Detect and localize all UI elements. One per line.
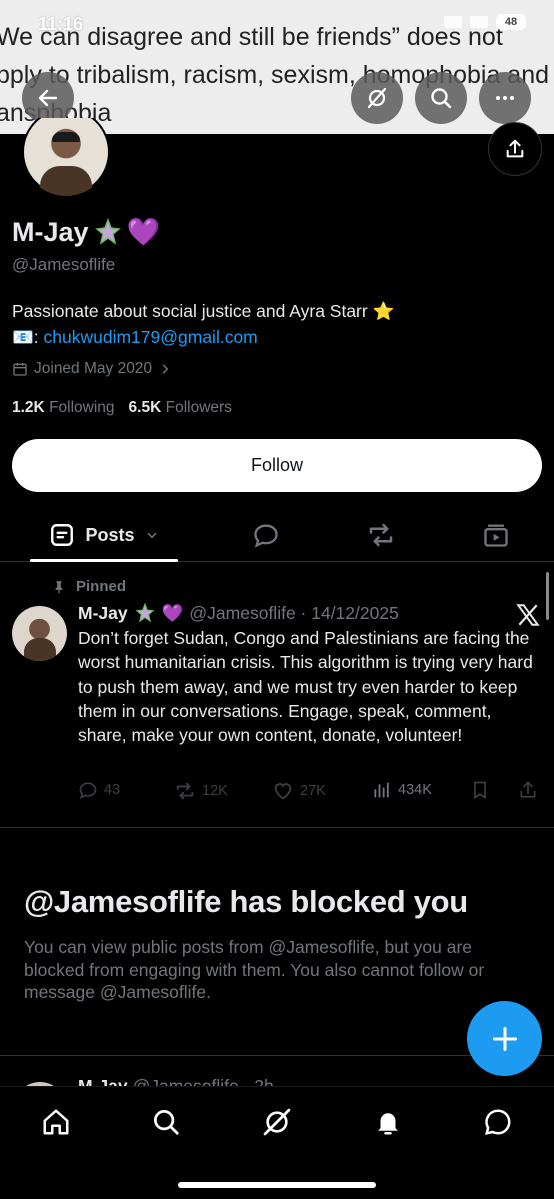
grok-icon bbox=[263, 1108, 291, 1136]
more-button[interactable] bbox=[479, 72, 531, 124]
purple-heart-emoji: 💜 bbox=[161, 602, 184, 623]
post-text: Don’t forget Sudan, Congo and Palestinia… bbox=[78, 628, 533, 746]
share-profile-button[interactable] bbox=[488, 122, 542, 176]
tab-media[interactable] bbox=[472, 508, 520, 562]
reply-count: 43 bbox=[104, 782, 121, 798]
profile-handle: @Jamesoflife bbox=[12, 255, 116, 274]
like-button[interactable]: 27K bbox=[272, 780, 326, 802]
share-post-button[interactable] bbox=[518, 780, 538, 800]
post-actions: 43 12K 27K 434K bbox=[78, 780, 542, 804]
blocked-title: @Jamesoflife has blocked you bbox=[24, 884, 468, 919]
nav-messages[interactable] bbox=[478, 1105, 518, 1139]
back-arrow-icon bbox=[38, 89, 58, 107]
search-button[interactable] bbox=[415, 72, 467, 124]
bio-line: Passionate about social justice and Ayra… bbox=[12, 301, 395, 321]
plus-icon bbox=[492, 1026, 517, 1051]
like-count: 27K bbox=[300, 783, 326, 799]
bio-email-prefix: 📧: bbox=[12, 327, 44, 347]
followers-link[interactable]: 6.5K Followers bbox=[129, 399, 232, 417]
tab-reposts[interactable] bbox=[357, 508, 405, 562]
posts-tab-icon bbox=[51, 524, 74, 546]
battery-indicator: 48 bbox=[496, 14, 526, 30]
profile-name-text: M-Jay bbox=[12, 216, 89, 247]
bookmark-button[interactable] bbox=[470, 780, 490, 800]
profile-tabs: Posts bbox=[0, 508, 554, 562]
status-time: 11:16 bbox=[38, 14, 84, 34]
chevron-down-icon bbox=[146, 532, 157, 539]
joined-date[interactable]: Joined May 2020 bbox=[12, 360, 172, 378]
nav-notifications[interactable] bbox=[368, 1105, 408, 1139]
pinned-label: Pinned bbox=[76, 578, 127, 595]
repost-button[interactable]: 12K bbox=[174, 780, 228, 802]
post-handle-date: @Jamesoflife · 14/12/2025 bbox=[189, 602, 399, 623]
tab-posts[interactable]: Posts bbox=[30, 508, 178, 562]
reply-icon bbox=[79, 782, 97, 800]
repost-icon bbox=[176, 782, 194, 800]
post-avatar[interactable] bbox=[12, 606, 67, 661]
pin-icon bbox=[55, 580, 63, 593]
bottom-navigation bbox=[0, 1086, 554, 1199]
bookmark-icon bbox=[474, 781, 486, 800]
following-link[interactable]: 1.2K Following bbox=[12, 399, 115, 417]
repost-count: 12K bbox=[202, 783, 228, 799]
banner-text: We can disagree and still be friends” do… bbox=[0, 23, 550, 127]
views-count: 434K bbox=[398, 782, 432, 798]
compose-post-button[interactable] bbox=[467, 1001, 542, 1076]
search-icon bbox=[154, 1110, 179, 1135]
back-button[interactable] bbox=[22, 72, 74, 124]
share-icon bbox=[520, 781, 536, 798]
messages-icon bbox=[485, 1109, 511, 1135]
grok-button[interactable] bbox=[351, 72, 403, 124]
post-author[interactable]: M-Jay bbox=[78, 603, 128, 624]
reply-button[interactable]: 43 bbox=[78, 780, 120, 800]
sparkle-emoji-icon bbox=[94, 217, 121, 245]
chevron-right-icon bbox=[162, 364, 169, 374]
nav-grok[interactable] bbox=[257, 1105, 297, 1139]
post-header: M-Jay 💜 @Jamesoflife · 14/12/2025 bbox=[78, 602, 399, 624]
bio-email-link[interactable]: chukwudim179@gmail.com bbox=[44, 327, 258, 347]
grok-icon bbox=[367, 87, 387, 109]
x-logo-icon bbox=[516, 604, 540, 626]
next-post-header: M-Jay @Jamesoflife · 2h bbox=[78, 1076, 274, 1086]
status-icons: 48 bbox=[444, 14, 526, 30]
home-icon bbox=[43, 1109, 69, 1135]
repost-icon bbox=[369, 523, 393, 547]
media-icon bbox=[484, 524, 508, 547]
search-icon bbox=[431, 88, 452, 109]
nav-search[interactable] bbox=[146, 1105, 186, 1139]
profile-name: M-Jay 💜 bbox=[12, 216, 160, 248]
views-icon bbox=[374, 782, 389, 798]
reply-icon bbox=[254, 524, 278, 548]
views-button[interactable]: 434K bbox=[372, 780, 432, 800]
purple-heart-emoji: 💜 bbox=[126, 217, 161, 247]
nav-home[interactable] bbox=[36, 1105, 76, 1139]
joined-text: Joined May 2020 bbox=[34, 360, 153, 377]
sparkle-emoji-icon bbox=[135, 602, 155, 623]
pinned-post[interactable]: Pinned M-Jay 💜 @Jamesoflife · 14/12/2025… bbox=[0, 562, 554, 828]
share-icon bbox=[506, 139, 524, 158]
home-indicator[interactable] bbox=[178, 1182, 376, 1188]
tab-replies[interactable] bbox=[242, 508, 290, 562]
next-post-preview[interactable]: M-Jay @Jamesoflife · 2h bbox=[0, 1056, 554, 1086]
tab-posts-label: Posts bbox=[85, 524, 135, 545]
pinned-indicator: Pinned bbox=[52, 578, 126, 595]
bell-icon bbox=[378, 1113, 398, 1135]
follow-button[interactable]: Follow bbox=[12, 439, 542, 492]
heart-icon bbox=[274, 783, 292, 800]
follow-stats: 1.2K Following 6.5K Followers bbox=[12, 399, 232, 417]
profile-bio: Passionate about social justice and Ayra… bbox=[12, 298, 394, 350]
calendar-icon bbox=[13, 363, 27, 376]
wifi-icon bbox=[470, 16, 488, 28]
blocked-body: You can view public posts from @Jamesofl… bbox=[24, 937, 485, 1002]
more-icon bbox=[496, 96, 514, 100]
profile-avatar[interactable] bbox=[22, 118, 110, 196]
signal-icon bbox=[444, 16, 462, 28]
